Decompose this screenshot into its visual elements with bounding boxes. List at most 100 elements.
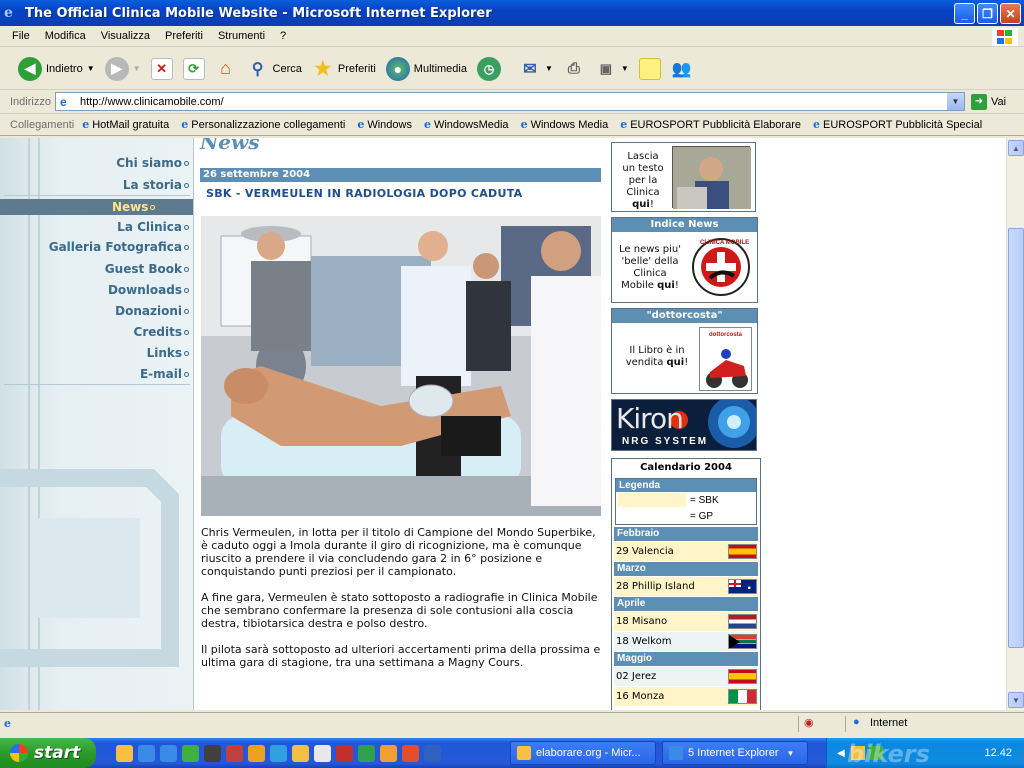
nav-news[interactable]: News: [0, 199, 193, 215]
link-text[interactable]: Windows: [367, 119, 412, 131]
scroll-thumb[interactable]: [1008, 228, 1024, 648]
link-text[interactable]: Windows Media: [531, 119, 609, 131]
tray-icon[interactable]: ◀: [837, 748, 845, 759]
quicklaunch-icon[interactable]: [270, 744, 287, 762]
address-url[interactable]: http://www.clinicamobile.com/: [80, 96, 224, 108]
book-box[interactable]: "dottorcosta" Il Libro è in vendita qui!…: [611, 308, 758, 394]
refresh-button[interactable]: ⟳: [182, 57, 205, 80]
go-button[interactable]: ➜ Vai: [970, 93, 1007, 110]
scroll-up-icon[interactable]: ▲: [1008, 140, 1024, 156]
race-row[interactable]: 29 Valencia: [614, 542, 758, 561]
nav-credits[interactable]: Credits: [134, 325, 189, 339]
stop-button[interactable]: ✕: [150, 57, 173, 80]
race-row[interactable]: 18 Welkom: [614, 632, 758, 651]
quicklaunch-icon[interactable]: [138, 744, 155, 762]
menu-modifica[interactable]: Modifica: [45, 30, 86, 42]
chevron-down-icon[interactable]: ▼: [133, 64, 141, 73]
quicklaunch-icon[interactable]: [336, 744, 353, 762]
link-text[interactable]: Personalizzazione collegamenti: [191, 119, 345, 131]
messenger-button[interactable]: 👥: [671, 58, 693, 80]
menu-visualizza[interactable]: Visualizza: [101, 30, 150, 42]
close-button[interactable]: ✕: [1000, 3, 1021, 24]
quicklaunch-icon[interactable]: [424, 744, 441, 762]
menu-strumenti[interactable]: Strumenti: [218, 30, 265, 42]
maximize-button[interactable]: ❐: [977, 3, 998, 24]
chevron-down-icon[interactable]: ▼: [621, 64, 629, 73]
edit-button[interactable]: ▣ ▼: [595, 58, 629, 80]
ie-page-icon: e: [82, 118, 90, 131]
media-button[interactable]: ● Multimedia: [385, 56, 467, 81]
forward-button[interactable]: ▶ ▼: [104, 56, 141, 81]
quicklaunch-icon[interactable]: [116, 744, 133, 762]
ie-page-icon: e: [812, 118, 820, 131]
race-row[interactable]: 28 Phillip Island: [614, 577, 758, 596]
task-elaborare[interactable]: elaborare.org - Micr...: [510, 741, 656, 765]
history-icon: ◷: [476, 56, 501, 81]
link-text[interactable]: WindowsMedia: [434, 119, 509, 131]
guestbook-box[interactable]: Lascia un testo per la Clinica qui!: [611, 142, 756, 212]
chevron-down-icon[interactable]: ▼: [787, 749, 795, 758]
link-text[interactable]: HotMail gratuita: [92, 119, 169, 131]
chevron-down-icon[interactable]: ▼: [946, 93, 964, 110]
vertical-scrollbar[interactable]: ▲ ▼: [1006, 138, 1024, 710]
address-input[interactable]: e http://www.clinicamobile.com/ ▼: [54, 92, 965, 111]
mail-button[interactable]: ✉ ▼: [519, 58, 553, 80]
chevron-down-icon[interactable]: ▼: [87, 64, 95, 73]
nav-galleria-fotografica[interactable]: Galleria Fotografica: [49, 240, 189, 254]
chevron-down-icon[interactable]: ▼: [545, 64, 553, 73]
news-index-link[interactable]: qui: [657, 280, 675, 291]
kiron-banner[interactable]: Kiron NRG SYSTEM: [611, 399, 757, 451]
notes-button[interactable]: [638, 57, 661, 80]
quicklaunch-icon[interactable]: [380, 744, 397, 762]
link-item[interactable]: e WindowsMedia: [424, 118, 509, 131]
print-button[interactable]: ⎙: [563, 58, 585, 80]
link-item[interactable]: e Personalizzazione collegamenti: [181, 118, 345, 131]
start-button[interactable]: start: [0, 738, 96, 768]
race-calendar: Calendario 2004 Legenda = SBK = GP Febbr…: [611, 458, 761, 710]
link-item[interactable]: e HotMail gratuita: [82, 118, 169, 131]
quicklaunch-icon[interactable]: [182, 744, 199, 762]
nav-chi-siamo[interactable]: Chi siamo: [116, 156, 189, 170]
quicklaunch-icon[interactable]: [248, 744, 265, 762]
link-text[interactable]: EUROSPORT Pubblicità Special: [823, 119, 982, 131]
search-button[interactable]: ⚲ Cerca: [247, 58, 302, 80]
star-icon: ★: [313, 58, 332, 80]
link-item[interactable]: e Windows Media: [521, 118, 609, 131]
window-title: The Official Clinica Mobile Website - Mi…: [25, 5, 492, 21]
history-button[interactable]: ◷: [476, 56, 501, 81]
race-row[interactable]: 02 Jerez: [614, 667, 758, 686]
go-label: Vai: [990, 95, 1007, 108]
link-item[interactable]: e Windows: [357, 118, 412, 131]
quicklaunch-icon[interactable]: [226, 744, 243, 762]
back-button[interactable]: ◀ Indietro ▼: [18, 56, 95, 81]
quicklaunch-icon[interactable]: [314, 744, 331, 762]
guestbook-link[interactable]: qui: [632, 199, 650, 210]
nav-la-clinica[interactable]: La Clinica: [117, 220, 189, 234]
nav-guest-book[interactable]: Guest Book: [105, 262, 189, 276]
nav-donazioni[interactable]: Donazioni: [115, 304, 189, 318]
quicklaunch-icon[interactable]: [402, 744, 419, 762]
menu-help[interactable]: ?: [280, 30, 286, 42]
scroll-down-icon[interactable]: ▼: [1008, 692, 1024, 708]
link-text[interactable]: EUROSPORT Pubblicità Elaborare: [630, 119, 801, 131]
nav-la-storia[interactable]: La storia: [123, 178, 189, 192]
nav-links[interactable]: Links: [147, 346, 189, 360]
quicklaunch-icon[interactable]: [204, 744, 221, 762]
book-link[interactable]: qui: [667, 357, 685, 368]
menu-preferiti[interactable]: Preferiti: [165, 30, 203, 42]
home-button[interactable]: ⌂: [215, 58, 237, 80]
link-item[interactable]: e EUROSPORT Pubblicità Special: [813, 118, 982, 131]
link-item[interactable]: e EUROSPORT Pubblicità Elaborare: [620, 118, 801, 131]
menu-file[interactable]: File: [12, 30, 30, 42]
quicklaunch-icon[interactable]: [358, 744, 375, 762]
race-row[interactable]: 18 Misano: [614, 612, 758, 631]
quicklaunch-icon[interactable]: [160, 744, 177, 762]
task-internet-explorer[interactable]: 5 Internet Explorer ▼: [662, 741, 808, 765]
race-row[interactable]: 16 Monza: [614, 687, 758, 706]
quicklaunch-icon[interactable]: [292, 744, 309, 762]
nav-email[interactable]: E-mail: [140, 367, 189, 381]
minimize-button[interactable]: _: [954, 3, 975, 24]
favorites-button[interactable]: ★ Preferiti: [312, 58, 376, 80]
nav-downloads[interactable]: Downloads: [108, 283, 189, 297]
news-index-box[interactable]: Indice News Le news piu' 'belle' della C…: [611, 217, 758, 303]
